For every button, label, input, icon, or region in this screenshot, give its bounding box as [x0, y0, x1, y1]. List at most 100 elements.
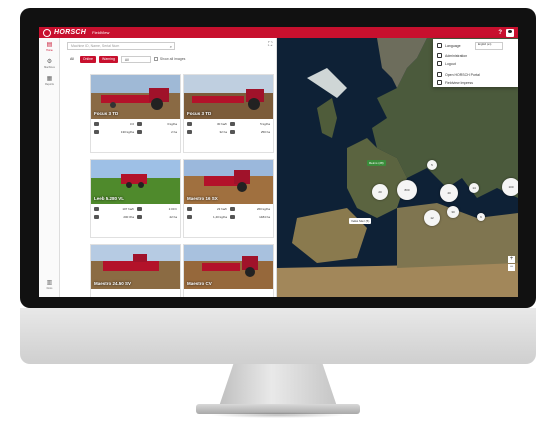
show-images-checkbox[interactable]: Show all images	[153, 57, 185, 61]
stand-shadow	[210, 412, 346, 418]
stat-fuel: 1:00 h	[137, 207, 177, 211]
filter-warning[interactable]: Warning	[99, 55, 118, 63]
stat-area: 30 ha/h	[187, 122, 227, 126]
map-cluster[interactable]: 40	[440, 184, 458, 202]
brand-logo: HORSCH	[54, 29, 87, 36]
speed-icon	[230, 130, 235, 134]
map-cluster[interactable]: 5	[427, 160, 437, 170]
filter-select[interactable]: All	[120, 55, 151, 63]
portal-link[interactable]: Open HORSCH Portal	[437, 72, 480, 77]
rate-icon	[187, 215, 192, 219]
reports-icon: ▦	[46, 75, 53, 82]
search-icon[interactable]: ⌕	[170, 44, 172, 49]
top-bar: HORSCH FieldView ?	[39, 27, 518, 38]
horsch-logo-icon	[43, 28, 51, 37]
logout-label: Logout	[445, 61, 456, 66]
nav-label: Machines	[44, 65, 55, 69]
map-location-label[interactable]: Reims (28)	[367, 160, 386, 166]
machine-photo: Leeb 5.280 VL	[91, 160, 180, 204]
machine-name: Focus 3 TD	[187, 111, 212, 116]
machine-card[interactable]: Leeb 5.280 VL 107 ha/h 1:00 h 200 l/ha 2…	[90, 159, 181, 238]
machine-list-panel: Machine ID, Name, Serial Num ⌕ ⛶ All Onl…	[60, 38, 277, 297]
admin-label: Administration	[445, 53, 468, 58]
nav-item-reports[interactable]: ▦ Reports	[39, 72, 60, 89]
language-select[interactable]: English (en)	[475, 42, 503, 50]
map-cluster[interactable]: 800	[397, 180, 417, 200]
map-cluster[interactable]: 14	[469, 183, 479, 193]
nav-item-home[interactable]: ▤ Home	[39, 38, 60, 55]
stat-speed: 2 ha	[137, 130, 177, 134]
search-placeholder: Machine ID, Name, Serial Num	[71, 44, 120, 48]
zoom-in-button[interactable]: +	[508, 256, 515, 263]
stat-speed: 250 ha	[230, 130, 270, 134]
portal-label: Open HORSCH Portal	[445, 72, 480, 77]
machine-card[interactable]: Focus 3 TD 3.0 3 kg/ha 130 kg/ha 2 ha	[90, 74, 181, 153]
machine-photo: Focus 3 TD	[184, 75, 273, 119]
machines-icon: ⚙	[46, 58, 53, 65]
machine-name: Maestro 16 SX	[187, 196, 218, 201]
zoom-out-button[interactable]: −	[508, 264, 515, 271]
machine-photo: Maestro 24.50 SV	[91, 245, 180, 289]
machine-name: Maestro 24.50 SV	[94, 281, 132, 286]
nav-label: Home	[46, 48, 53, 52]
left-navigation: ▤ Home ⚙ Machines ▦ Reports ▥ Docs	[39, 38, 60, 297]
stat-rate: 130 kg/ha	[94, 130, 134, 134]
external-link-icon	[437, 72, 442, 77]
app-screen: HORSCH FieldView ? ▤ Home ⚙ Machines ▦ R…	[39, 27, 518, 297]
help-link[interactable]: Fieldview Impress	[437, 80, 473, 85]
rate-icon	[94, 130, 99, 134]
filter-online[interactable]: Online	[79, 55, 97, 63]
machine-card[interactable]: Maestro 24.50 SV	[90, 244, 181, 297]
admin-link[interactable]: Administration	[437, 53, 467, 58]
nav-label: Reports	[45, 82, 54, 86]
language-label: Language	[445, 43, 461, 48]
help-button[interactable]: ?	[498, 30, 502, 36]
machine-card[interactable]: Maestro 16 SX 23 ha/h 260 kg/ha 1,40 kg/…	[183, 159, 274, 238]
expand-icon[interactable]: ⛶	[268, 42, 272, 49]
machine-photo: Focus 3 TD	[91, 75, 180, 119]
home-icon: ▤	[46, 41, 53, 48]
map-cluster[interactable]: 6	[477, 213, 485, 221]
user-menu-button[interactable]	[506, 28, 514, 37]
filter-all[interactable]: All	[67, 56, 77, 63]
nav-item-machines[interactable]: ⚙ Machines	[39, 55, 60, 72]
map-cluster[interactable]: 100	[502, 178, 518, 196]
area-icon	[94, 207, 99, 211]
fuel-icon	[230, 122, 235, 126]
logout-link[interactable]: Logout	[437, 61, 456, 66]
help-label: Fieldview Impress	[445, 80, 474, 85]
area-icon	[94, 122, 99, 126]
monitor-frame: HORSCH FieldView ? ▤ Home ⚙ Machines ▦ R…	[20, 8, 536, 308]
nav-item-docs[interactable]: ▥ Docs	[39, 276, 60, 293]
stat-rate: 32 ha	[187, 130, 227, 134]
machine-name: Focus 3 TD	[94, 111, 119, 116]
machine-name: Maestro CV	[187, 281, 212, 286]
map-cluster[interactable]: 30	[447, 206, 459, 218]
globe-icon	[437, 43, 442, 48]
map-cluster[interactable]: 20	[372, 184, 388, 200]
logout-icon	[437, 61, 442, 66]
map-location-label[interactable]: Velké Mez (5)	[349, 218, 372, 224]
stat-rate: 1,40 kg/ha	[187, 215, 227, 219]
stat-speed: 22 ha	[137, 215, 177, 219]
rate-icon	[187, 130, 192, 134]
area-icon	[187, 207, 192, 211]
stat-area: 107 ha/h	[94, 207, 134, 211]
checkbox-box[interactable]	[153, 57, 158, 61]
fuel-icon	[137, 122, 142, 126]
speed-icon	[137, 130, 142, 134]
stat-area: 3.0	[94, 122, 134, 126]
stat-rate: 200 l/ha	[94, 215, 134, 219]
map-cluster[interactable]: 12	[424, 210, 440, 226]
machine-card[interactable]: Focus 3 TD 30 ha/h 5 kg/ha 32 ha 250 ha	[183, 74, 274, 153]
machine-card[interactable]: Maestro CV	[183, 244, 274, 297]
machine-photo: Maestro 16 SX	[184, 160, 273, 204]
stat-fuel: 5 kg/ha	[230, 122, 270, 126]
stat-fuel: 3 kg/ha	[137, 122, 177, 126]
stat-fuel: 260 kg/ha	[230, 207, 270, 211]
app-name: FieldView	[92, 30, 110, 35]
admin-icon	[437, 53, 442, 58]
speed-icon	[230, 215, 235, 219]
search-input[interactable]: Machine ID, Name, Serial Num ⌕	[67, 42, 175, 50]
external-link-icon	[437, 80, 442, 85]
